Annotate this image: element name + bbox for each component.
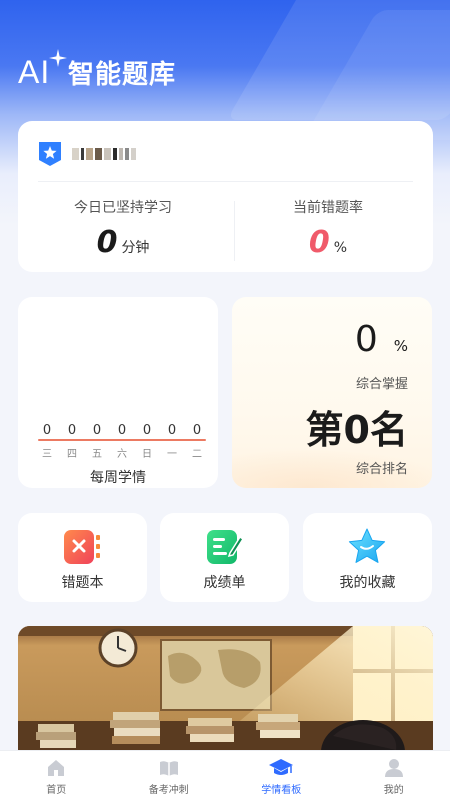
sparkle-icon [49, 49, 67, 67]
wrong-book-icon [64, 530, 100, 564]
week-value: 0 [42, 423, 52, 438]
week-value: 0 [142, 423, 152, 438]
ai-logo: AI [18, 49, 68, 92]
tab-mine[interactable]: 我的 [338, 751, 450, 800]
home-icon [48, 760, 65, 776]
week-value: 0 [117, 423, 127, 438]
shield-badge-icon [39, 142, 61, 166]
study-time-value: 0 [96, 225, 118, 260]
username-masked [72, 148, 136, 160]
favorites-button[interactable]: 我的收藏 [303, 513, 432, 602]
report-card-icon [207, 530, 244, 564]
app-title: AI 智能题库 [18, 49, 177, 92]
book-icon [159, 761, 178, 776]
classroom-illustration [18, 626, 433, 756]
mastery-value: 0 [354, 319, 378, 360]
bottom-tab-bar: 首页 备考冲刺 学情看板 我的 [0, 750, 450, 800]
profile-card: 今日已坚持学习 0 分钟 当前错题率 0 % [18, 121, 433, 272]
mastery-card[interactable]: 0 % 综合掌握 第0名 综合排名 [232, 297, 432, 488]
week-day: 一 [167, 449, 177, 460]
error-rate-value: 0 [308, 225, 330, 260]
page-title: 智能题库 [68, 59, 177, 90]
week-value: 0 [192, 423, 202, 438]
study-time-stat: 今日已坚持学习 0 分钟 [74, 200, 172, 260]
star-icon [348, 528, 386, 563]
week-day: 六 [117, 449, 127, 460]
week-value: 0 [167, 423, 177, 438]
week-day: 三 [42, 449, 52, 460]
mastery-label: 综合掌握 [355, 377, 408, 392]
graduation-cap-icon [269, 759, 294, 775]
tab-learning-dashboard[interactable]: 学情看板 [225, 751, 338, 800]
week-day: 日 [142, 449, 152, 460]
report-card-button[interactable]: 成绩单 [160, 513, 289, 602]
error-rate-stat: 当前错题率 0 % [293, 200, 363, 260]
wrong-book-button[interactable]: 错题本 [18, 513, 147, 602]
week-value: 0 [67, 423, 77, 438]
week-day: 四 [67, 449, 77, 460]
promo-banner[interactable] [18, 626, 433, 756]
week-day: 五 [92, 449, 102, 460]
week-day: 二 [192, 449, 202, 460]
week-line [38, 439, 206, 441]
rank-label: 综合排名 [355, 462, 408, 477]
week-value: 0 [92, 423, 102, 438]
tab-exam-prep[interactable]: 备考冲刺 [113, 751, 226, 800]
divider [38, 181, 413, 182]
tab-home[interactable]: 首页 [0, 751, 113, 800]
user-icon [384, 759, 403, 777]
weekly-title: 每周学情 [90, 470, 146, 486]
rank-value: 第0名 [305, 408, 408, 452]
weekly-progress-card[interactable]: 0 0 0 0 0 0 0 三 四 五 六 日 一 二 每周学情 [18, 297, 218, 488]
